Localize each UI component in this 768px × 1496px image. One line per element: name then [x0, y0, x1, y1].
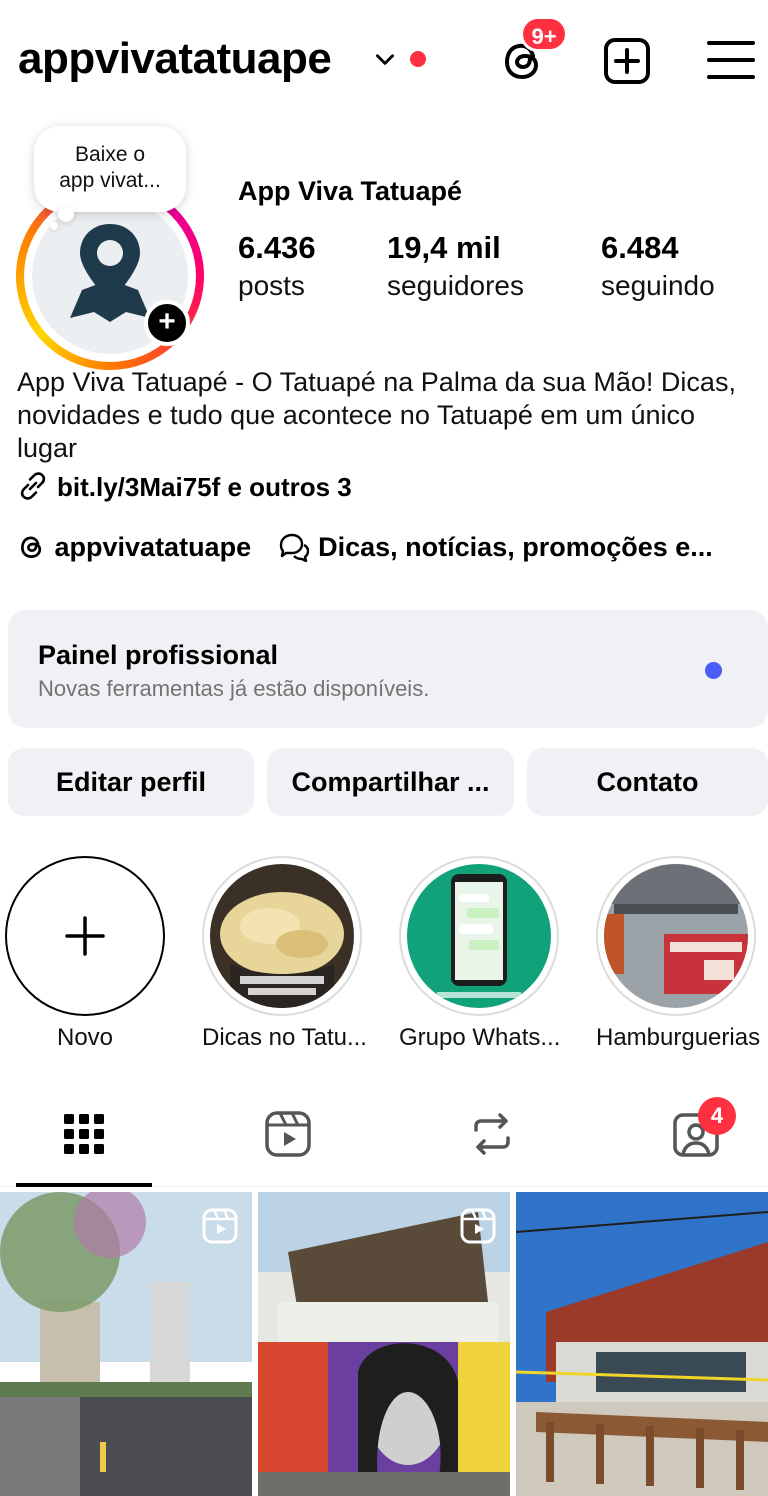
note-text: Baixe o app vivat... [59, 143, 161, 192]
followers-stat[interactable]: 19,4 mil seguidores [387, 230, 524, 302]
reposts-tab-icon[interactable] [468, 1110, 516, 1158]
posts-count: 6.436 [238, 230, 316, 265]
channel-name: Dicas, notícias, promoções e... [318, 532, 713, 562]
link-icon [20, 472, 46, 500]
display-name: App Viva Tatuapé [238, 176, 463, 206]
post-thumbnail[interactable] [516, 1192, 768, 1496]
note-tail-small [50, 222, 58, 230]
create-post-icon[interactable] [602, 36, 652, 86]
contact-button[interactable]: Contato [527, 748, 768, 816]
highlight-label: Novo [56, 1024, 114, 1051]
profile-header: appvivatatuape 9+ [0, 0, 768, 120]
highlight-label: Grupo Whats... [399, 1024, 561, 1051]
bio-link-text: bit.ly/3Mai75f e outros 3 [57, 472, 352, 502]
highlight-label: Hamburguerias [596, 1024, 761, 1051]
post-image-building [516, 1192, 768, 1496]
username-switcher[interactable]: appvivatatuape [18, 34, 332, 84]
threads-profile-link[interactable]: appvivatatuape [17, 532, 259, 562]
profile-note-bubble[interactable]: Baixe o app vivat... [34, 126, 186, 212]
share-profile-button[interactable]: Compartilhar ... [267, 748, 514, 816]
profile-bio: App Viva Tatuapé - O Tatuapé na Palma da… [17, 367, 736, 463]
posts-label: posts [238, 270, 305, 301]
channel-chat-icon [279, 533, 309, 563]
following-label: seguindo [601, 270, 715, 301]
edit-profile-button[interactable]: Editar perfil [8, 748, 254, 816]
active-tab-indicator [16, 1183, 152, 1187]
profile-avatar-container[interactable]: + [16, 182, 204, 370]
highlight-label: Dicas no Tatu... [202, 1024, 367, 1051]
following-count: 6.484 [601, 230, 679, 265]
panel-title: Painel profissional [38, 640, 279, 670]
bio-link[interactable]: bit.ly/3Mai75f e outros 3 [17, 470, 352, 503]
hamburger-menu-icon[interactable] [706, 36, 756, 86]
highlight-cover-food [210, 864, 354, 1008]
threads-notification-badge: 9+ [520, 16, 568, 52]
highlight-item[interactable]: Hamburguerias [596, 856, 761, 1052]
new-highlight-circle[interactable] [5, 856, 165, 1016]
highlight-cover-burger [604, 864, 748, 1008]
panel-subtitle: Novas ferramentas já estão disponíveis. [38, 676, 430, 701]
threads-handle: appvivatatuape [54, 532, 252, 562]
threads-small-icon [21, 536, 42, 558]
reels-tab-icon[interactable] [264, 1110, 312, 1158]
notification-dot [410, 51, 426, 67]
threads-and-channel-row: appvivatatuape Dicas, notícias, promoçõe… [17, 532, 768, 563]
professional-dashboard-panel[interactable]: Painel profissional Novas ferramentas já… [8, 610, 768, 728]
reel-indicator-icon [202, 1208, 238, 1244]
plus-icon [65, 916, 105, 956]
new-indicator-dot [705, 662, 722, 679]
followers-label: seguidores [387, 270, 524, 301]
reel-indicator-icon [460, 1208, 496, 1244]
following-stat[interactable]: 6.484 seguindo [601, 230, 715, 302]
note-tail [58, 206, 74, 222]
post-thumbnail[interactable] [0, 1192, 252, 1496]
posts-stat[interactable]: 6.436 posts [238, 230, 316, 302]
highlight-item[interactable]: Dicas no Tatu... [202, 856, 367, 1052]
grid-tab-icon[interactable] [60, 1110, 108, 1158]
tagged-badge: 4 [698, 1097, 736, 1135]
followers-count: 19,4 mil [387, 230, 501, 265]
post-thumbnail[interactable] [258, 1192, 510, 1496]
add-story-button[interactable]: + [144, 300, 190, 346]
highlight-new[interactable]: Novo [5, 856, 165, 1052]
chevron-down-icon[interactable] [372, 46, 398, 72]
highlight-item[interactable]: Grupo Whats... [399, 856, 561, 1052]
broadcast-channel-link[interactable]: Dicas, notícias, promoções e... [277, 532, 713, 563]
highlight-cover-whatsapp [407, 864, 551, 1008]
